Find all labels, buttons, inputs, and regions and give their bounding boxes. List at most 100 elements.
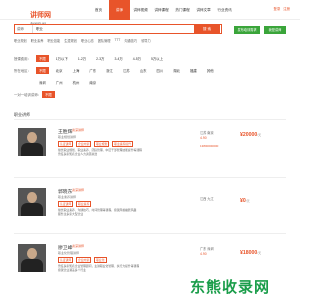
site-logo[interactable]: 讲师网 Jiangshi.org: [30, 4, 66, 25]
filter-option[interactable]: 北京: [53, 67, 66, 74]
price-value: ¥20000: [240, 132, 258, 138]
filter-option[interactable]: 广州: [53, 79, 66, 86]
filter-panel: 授课费用： 不限 1万以下 1-2万 2-3万 3-4万 4-5万 5万以上 所…: [14, 52, 284, 104]
nav-courses[interactable]: 讲师课程: [151, 0, 172, 20]
hotword[interactable]: 职业规划: [14, 38, 27, 43]
lecturer-title: 职业规划讲师: [58, 135, 77, 139]
hotword[interactable]: 领导力: [141, 38, 151, 43]
account-links: 登录 注册: [273, 6, 290, 11]
filter-option[interactable]: 福建: [187, 67, 200, 74]
filter-row-region-extra: 深圳 广州 杭州 南京: [14, 76, 284, 88]
filter-option[interactable]: 广东: [86, 67, 99, 74]
price-value: ¥18000: [240, 250, 258, 256]
register-link[interactable]: 注册: [283, 6, 290, 11]
hotword[interactable]: 沟通技巧: [124, 38, 137, 43]
tag: 企业内训: [76, 141, 92, 147]
tag: 职业化: [94, 257, 107, 263]
lecturer-location: 广东 深圳: [200, 247, 214, 251]
avatar[interactable]: [18, 244, 46, 272]
search-bar: 讲师 职业: [14, 24, 222, 34]
lecturer-rating: 4.90: [200, 252, 207, 256]
filter-label: 一对一培训讲师：: [14, 92, 42, 97]
tag: 职业素养提升: [112, 141, 133, 147]
lecturer-title: 职业化管理讲师: [58, 251, 80, 255]
post-demand-button[interactable]: 发布培训需求: [234, 26, 260, 34]
desc-line: 服务过多家大型企业: [58, 212, 84, 216]
lecturer-title: 职业素养讲师: [58, 195, 77, 199]
lecturer-location: 江西 九江: [200, 197, 214, 201]
filter-option[interactable]: 江苏: [120, 67, 133, 74]
nav-home[interactable]: 首页: [88, 0, 109, 20]
hotword[interactable]: 职业技能: [48, 38, 61, 43]
search-input[interactable]: 职业: [33, 25, 221, 33]
desc-line: 授课企业涵盖多个行业: [58, 268, 86, 272]
lecturer-card[interactable]: 郭晓东 资深讲师 职业素养讲师 认证讲师 职业素养 擅长职业素养、沟通技巧、时间…: [14, 184, 286, 234]
nav-news[interactable]: 行业资讯: [214, 0, 235, 20]
watermark: 东熊收录网: [190, 279, 271, 296]
filter-option[interactable]: 深圳: [36, 79, 49, 86]
lecturer-price: ¥18000/天: [240, 250, 261, 256]
filter-option[interactable]: 四川: [153, 67, 166, 74]
lecturer-tags: 认证讲师 职业素养: [58, 201, 93, 207]
hotword[interactable]: 团队管理: [98, 38, 111, 43]
avatar[interactable]: [18, 188, 46, 216]
filter-option[interactable]: 5万以上: [148, 55, 166, 62]
lecturer-name[interactable]: 王胜辉: [58, 128, 72, 135]
filter-option[interactable]: 南京: [86, 79, 99, 86]
search-type-select[interactable]: 讲师: [15, 25, 33, 33]
lecturer-price: ¥0/天: [240, 198, 250, 204]
filter-row-region: 所在地区： 不限 北京 上海 广东 浙江 江苏 山东 四川 湖北 福建 其他: [14, 64, 284, 76]
i-am-lecturer-button[interactable]: 我是讲师: [264, 26, 286, 34]
nav-videos[interactable]: 讲师视频: [130, 0, 151, 20]
tag: 认证讲师: [58, 201, 74, 207]
nav-articles[interactable]: 讲师文章: [193, 0, 214, 20]
lecturer-card[interactable]: 王胜辉 资深讲师 职业规划讲师 认证讲师 企业内训 职业规划 职业素养提升 擅长…: [14, 124, 286, 178]
filter-option[interactable]: 浙江: [103, 67, 116, 74]
hotword[interactable]: 生涯规划: [64, 38, 77, 43]
lecturer-name[interactable]: 廖卫峰: [58, 244, 72, 251]
lecturer-badge: 资深讲师: [72, 128, 85, 132]
hot-keywords: 职业规划 职业素养 职业技能 生涯规划 职业心态 团队管理 TTT 沟通技巧 领…: [14, 38, 151, 43]
lecturer-name[interactable]: 郭晓东: [58, 188, 72, 195]
filter-option[interactable]: 湖北: [170, 67, 183, 74]
lecturer-tags: 认证讲师 企业内训 职业化: [58, 257, 109, 263]
lecturer-desc: 擅长职业规划、职业素养、团队管理、中层干部管理技能提升等课程 曾任多家知名企业人…: [58, 148, 178, 156]
lecturer-desc: 擅长职业素养、沟通技巧、时间管理等课程，授课风格幽默风趣 服务过多家大型企业: [58, 208, 178, 216]
filter-label: 授课费用：: [14, 56, 31, 61]
price-unit: /天: [257, 251, 262, 255]
filter-label: 所在地区：: [14, 68, 31, 73]
hotword[interactable]: 职业心态: [81, 38, 94, 43]
search-button[interactable]: 搜 索: [194, 24, 220, 34]
nav-hot-courses[interactable]: 热门课程: [172, 0, 193, 20]
filter-option[interactable]: 1万以下: [53, 55, 71, 62]
login-link[interactable]: 登录: [273, 6, 280, 11]
tag: 认证讲师: [58, 257, 74, 263]
filter-option[interactable]: 3-4万: [111, 55, 125, 62]
filter-option[interactable]: 杭州: [70, 79, 83, 86]
filter-option[interactable]: 山东: [137, 67, 150, 74]
section-divider: [14, 119, 286, 120]
filter-option[interactable]: 4-5万: [130, 55, 144, 62]
lecturer-badge: 资深讲师: [72, 188, 85, 192]
hotword[interactable]: 职业素养: [31, 38, 44, 43]
filter-option[interactable]: 不限: [36, 54, 49, 62]
avatar[interactable]: [18, 128, 46, 156]
filter-row-one-on-one: 一对一培训讲师： 不限: [14, 88, 284, 100]
logo-main-text: 讲师网: [30, 12, 51, 19]
price-unit: /天: [245, 199, 250, 203]
filter-option[interactable]: 其他: [204, 67, 217, 74]
filter-option[interactable]: 不限: [42, 90, 55, 98]
main-nav: 首页 讲师 讲师视频 讲师课程 热门课程 讲师文章 行业资讯: [88, 0, 235, 20]
nav-lecturers[interactable]: 讲师: [109, 0, 130, 20]
filter-option[interactable]: 上海: [70, 67, 83, 74]
lecturer-location: 江苏 南京: [200, 131, 214, 135]
hotword[interactable]: TTT: [115, 38, 121, 43]
section-title: 职业讲师: [14, 112, 30, 117]
lecturer-phone: 13800000000: [200, 144, 219, 148]
lecturer-rating: 4.90: [200, 136, 207, 140]
tag: 认证讲师: [58, 141, 74, 147]
tag: 职业素养: [76, 201, 92, 207]
filter-option[interactable]: 2-3万: [93, 55, 107, 62]
filter-option[interactable]: 1-2万: [75, 55, 89, 62]
filter-option[interactable]: 不限: [36, 66, 49, 74]
